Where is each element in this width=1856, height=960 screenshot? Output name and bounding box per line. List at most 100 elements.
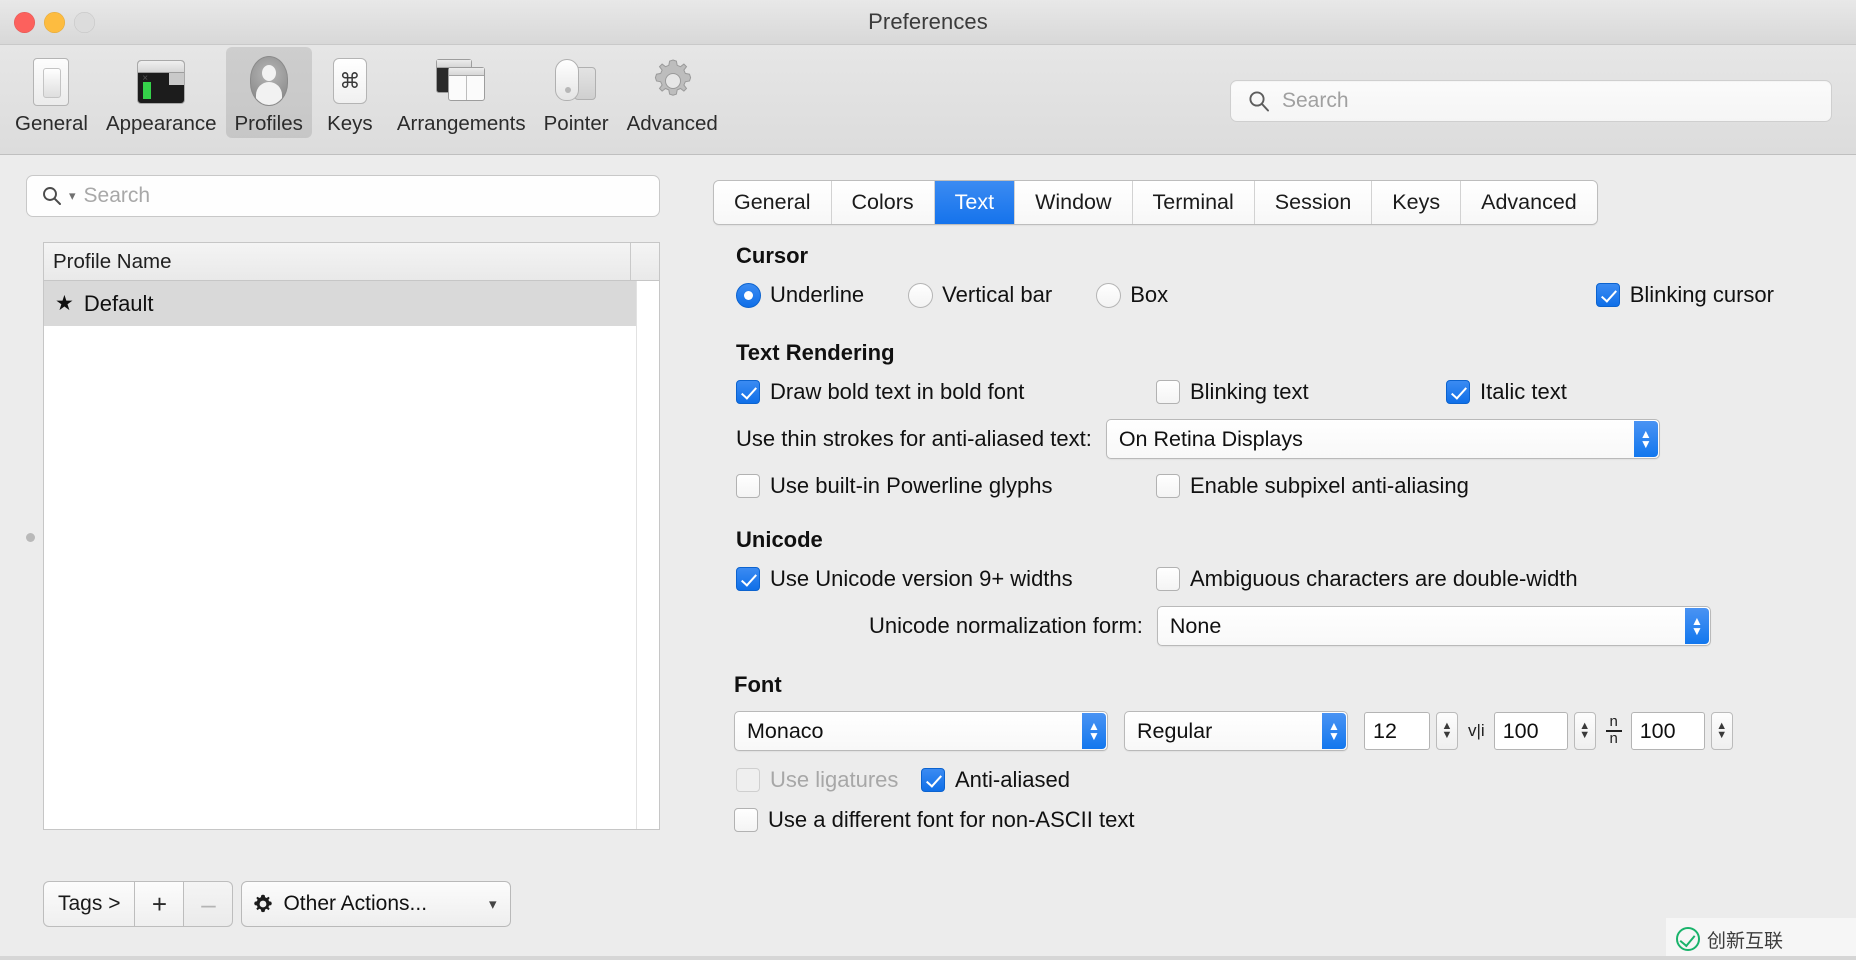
checkbox-label: Blinking text — [1190, 379, 1309, 405]
checkbox-ambiguous-double-width[interactable]: Ambiguous characters are double-width — [1156, 566, 1578, 592]
radio-cursor-underline[interactable]: Underline — [736, 282, 864, 308]
font-controls-row: Monaco ▲▼ Regular ▲▼ 12 ▲▼ v|i 100 ▲▼ nn — [734, 711, 1816, 751]
profiles-footer-toolbar: Tags > + – Other Actions... ▾ — [43, 881, 511, 927]
toolbar-item-keys[interactable]: ⌘ Keys — [312, 47, 388, 138]
checkbox-indicator — [1446, 380, 1470, 404]
toolbar-item-label: Arrangements — [397, 112, 526, 136]
tags-button[interactable]: Tags > — [43, 881, 135, 927]
add-profile-button[interactable]: + — [135, 881, 184, 927]
select-unicode-normalization[interactable]: None ▲▼ — [1157, 606, 1711, 646]
tab-text[interactable]: Text — [935, 181, 1015, 224]
toolbar-item-label: Advanced — [627, 112, 718, 136]
checkbox-label: Blinking cursor — [1630, 282, 1774, 308]
profile-search-field[interactable]: ▾ Search — [26, 175, 660, 217]
checkbox-italic-text[interactable]: Italic text — [1446, 379, 1567, 405]
split-view-handle[interactable] — [26, 533, 35, 542]
radio-indicator — [1096, 283, 1121, 308]
text-rendering-row-2: Use built-in Powerline glyphs Enable sub… — [736, 473, 1816, 499]
stepper-arrows-icon[interactable]: ▲▼ — [1082, 713, 1106, 749]
radio-cursor-vertical-bar[interactable]: Vertical bar — [908, 282, 1052, 308]
tab-keys[interactable]: Keys — [1372, 181, 1461, 224]
toolbar-item-advanced[interactable]: Advanced — [618, 47, 727, 138]
tab-session[interactable]: Session — [1255, 181, 1373, 224]
advanced-gear-icon — [643, 53, 701, 111]
arrangements-icon — [432, 53, 490, 111]
preferences-toolbar: General × Appearance Profiles ⌘ Keys — [0, 45, 1856, 155]
toolbar-item-general[interactable]: General — [6, 47, 97, 138]
profiles-scrollbar[interactable] — [636, 281, 659, 829]
checkbox-subpixel-antialiasing[interactable]: Enable subpixel anti-aliasing — [1156, 473, 1469, 499]
select-font-style[interactable]: Regular ▲▼ — [1124, 711, 1348, 751]
checkbox-indicator — [734, 808, 758, 832]
radio-label: Underline — [770, 282, 864, 308]
toolbar-item-label: Keys — [327, 112, 373, 136]
vertical-spacing-input[interactable]: 100 — [1631, 712, 1705, 750]
stepper-arrows-icon[interactable]: ▲▼ — [1634, 421, 1658, 457]
other-actions-menu[interactable]: Other Actions... ▾ — [241, 881, 511, 927]
profile-name-cell: Default — [84, 291, 154, 317]
select-thin-strokes[interactable]: On Retina Displays ▲▼ — [1106, 419, 1660, 459]
preferences-window: Preferences General × Appearance Profile… — [0, 0, 1856, 960]
checkbox-anti-aliased[interactable]: Anti-aliased — [921, 767, 1070, 793]
stepper-arrows-icon[interactable]: ▲▼ — [1322, 713, 1346, 749]
toolbar-item-label: General — [15, 112, 88, 136]
text-rendering-row-1: Draw bold text in bold font Blinking tex… — [736, 379, 1816, 405]
checkbox-blinking-text[interactable]: Blinking text — [1156, 379, 1446, 405]
toolbar-item-label: Appearance — [106, 112, 217, 136]
select-font-family[interactable]: Monaco ▲▼ — [734, 711, 1108, 751]
select-value: Regular — [1125, 719, 1212, 744]
toolbar-item-arrangements[interactable]: Arrangements — [388, 47, 535, 138]
keys-icon: ⌘ — [321, 53, 379, 111]
chevron-down-icon[interactable]: ▾ — [69, 188, 76, 204]
checkbox-draw-bold-text[interactable]: Draw bold text in bold font — [736, 379, 1156, 405]
tab-colors[interactable]: Colors — [832, 181, 935, 224]
general-icon — [22, 53, 80, 111]
column-header-profile-name[interactable]: Profile Name — [44, 250, 659, 274]
vertical-spacing-icon: nn — [1606, 716, 1622, 745]
font-options-row-1: Use ligatures Anti-aliased — [736, 767, 1816, 793]
preferences-content: ▾ Search Profile Name ★ Default Tags > — [0, 155, 1856, 960]
horizontal-spacing-input[interactable]: 100 — [1494, 712, 1568, 750]
horizontal-spacing-stepper[interactable]: ▲▼ — [1574, 712, 1596, 750]
checkbox-label: Anti-aliased — [955, 767, 1070, 793]
checkbox-indicator — [1156, 474, 1180, 498]
checkbox-label: Italic text — [1480, 379, 1567, 405]
font-size-input[interactable]: 12 — [1364, 712, 1430, 750]
toolbar-item-pointer[interactable]: Pointer — [535, 47, 618, 138]
font-size-stepper[interactable]: ▲▼ — [1436, 712, 1458, 750]
checkbox-powerline-glyphs[interactable]: Use built-in Powerline glyphs — [736, 473, 1156, 499]
remove-profile-button[interactable]: – — [184, 881, 233, 927]
select-value: None — [1158, 614, 1221, 639]
toolbar-item-appearance[interactable]: × Appearance — [97, 47, 226, 138]
toolbar-search-field[interactable]: Search — [1230, 80, 1832, 122]
toolbar-search-placeholder: Search — [1282, 89, 1349, 113]
select-value: Monaco — [735, 719, 824, 744]
vertical-spacing-stepper[interactable]: ▲▼ — [1711, 712, 1733, 750]
checkbox-indicator — [1596, 283, 1620, 307]
checkbox-blinking-cursor[interactable]: Blinking cursor — [1596, 282, 1774, 308]
profile-search-placeholder: Search — [84, 184, 151, 208]
radio-cursor-box[interactable]: Box — [1096, 282, 1168, 308]
checkbox-indicator — [1156, 380, 1180, 404]
radio-label: Box — [1130, 282, 1168, 308]
checkbox-label: Enable subpixel anti-aliasing — [1190, 473, 1469, 499]
select-value: On Retina Displays — [1107, 427, 1303, 452]
table-row[interactable]: ★ Default — [44, 281, 659, 326]
checkbox-label: Use ligatures — [770, 767, 898, 793]
stepper-arrows-icon[interactable]: ▲▼ — [1685, 608, 1709, 644]
unicode-normalization-label: Unicode normalization form: — [869, 613, 1143, 639]
checkbox-non-ascii-font[interactable]: Use a different font for non-ASCII text — [734, 807, 1134, 833]
tab-terminal[interactable]: Terminal — [1133, 181, 1255, 224]
checkbox-use-ligatures[interactable]: Use ligatures — [736, 767, 921, 793]
tab-window[interactable]: Window — [1015, 181, 1132, 224]
tab-general[interactable]: General — [714, 181, 832, 224]
radio-indicator — [736, 283, 761, 308]
toolbar-item-profiles[interactable]: Profiles — [226, 47, 312, 138]
appearance-icon: × — [132, 53, 190, 111]
text-settings-body: Cursor Underline Vertical bar Box — [736, 243, 1816, 847]
other-actions-label: Other Actions... — [283, 892, 427, 916]
window-title: Preferences — [0, 9, 1856, 35]
checkbox-unicode-v9-widths[interactable]: Use Unicode version 9+ widths — [736, 566, 1156, 592]
tab-advanced[interactable]: Advanced — [1461, 181, 1597, 224]
radio-indicator — [908, 283, 933, 308]
